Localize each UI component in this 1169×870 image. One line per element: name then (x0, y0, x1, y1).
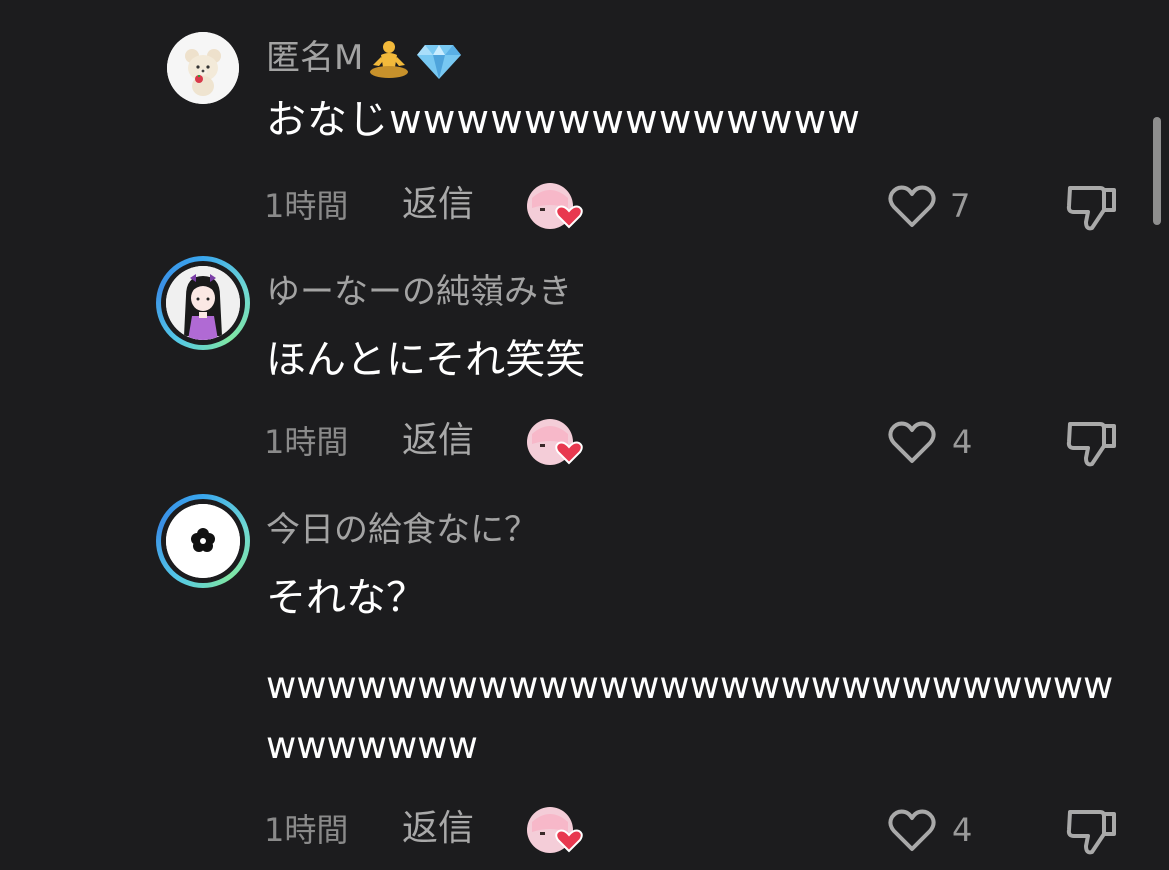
thumbs-down-icon[interactable] (1064, 804, 1120, 856)
reply-button[interactable]: 返信 (402, 185, 474, 225)
comment-text: ほんとにそれ笑笑 (266, 337, 586, 383)
comment-text: おなじwwwwwwwwwwwwww (266, 97, 862, 143)
avatar-flower-icon (166, 504, 240, 578)
thumbs-down-icon[interactable] (1064, 416, 1120, 468)
comment-username[interactable]: 今日の給食なに？ (266, 510, 538, 550)
creator-like-icon (527, 419, 583, 465)
avatar-girl-icon (166, 266, 240, 340)
comment-text-line: wwwwwww (266, 724, 478, 767)
scrollbar[interactable] (1153, 117, 1161, 225)
thumbs-down-icon[interactable] (1064, 180, 1120, 232)
creator-like-icon (527, 807, 583, 853)
like-count: 4 (952, 811, 973, 849)
heart-outline-icon[interactable] (886, 182, 938, 230)
like-count: 4 (952, 423, 973, 461)
comment-time: 1時間 (264, 187, 349, 225)
comment-username[interactable]: 匿名M (266, 38, 463, 81)
avatar[interactable] (167, 32, 239, 104)
creator-like-icon (527, 183, 583, 229)
meditation-emoji-icon (370, 40, 409, 78)
username-text: 匿名M (266, 38, 364, 78)
reply-button[interactable]: 返信 (402, 421, 474, 461)
comment-username[interactable]: ゆーなーの純嶺みき (266, 272, 572, 312)
reply-button[interactable]: 返信 (402, 809, 474, 849)
avatar-bear-icon (167, 32, 239, 104)
like-count: 7 (950, 187, 971, 225)
heart-outline-icon[interactable] (886, 418, 938, 466)
comment-time: 1時間 (264, 423, 349, 461)
avatar[interactable] (156, 256, 250, 350)
heart-outline-icon[interactable] (886, 806, 938, 854)
avatar[interactable] (156, 494, 250, 588)
comment-text-line: wwwwwwwwwwwwwwwwwwwwwwwwwwww (266, 664, 1114, 707)
diamond-emoji-icon (417, 44, 462, 79)
comment-time: 1時間 (264, 811, 349, 849)
comment-text: それな？ (266, 575, 426, 621)
